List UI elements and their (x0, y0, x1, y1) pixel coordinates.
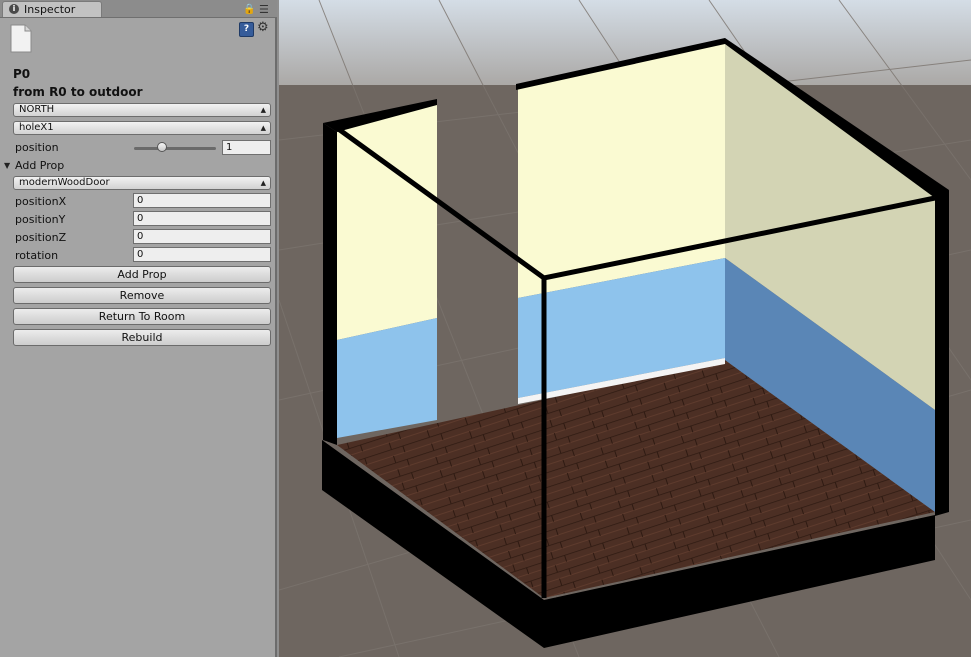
tab-label: Inspector (24, 3, 76, 16)
tab-inspector[interactable]: i Inspector (2, 1, 102, 17)
gear-icon[interactable]: ⚙ (257, 20, 269, 35)
field-label-rotation: rotation (15, 249, 59, 262)
select-arrow-icon: ▲ (260, 179, 266, 187)
field-label-positiony: positionY (15, 213, 66, 226)
object-name: P0 (13, 67, 31, 81)
field-label-positionz: positionZ (15, 231, 67, 244)
positiony-field[interactable]: 0 (133, 211, 271, 226)
triangle-down-icon[interactable]: ▼ (4, 161, 10, 170)
positionz-field[interactable]: 0 (133, 229, 271, 244)
position-label: position (15, 141, 59, 154)
prop-select-value: modernWoodDoor (19, 177, 110, 188)
subtitle: from R0 to outdoor (13, 85, 143, 99)
tab-bar: i Inspector 🔒 ☰ (0, 0, 277, 18)
scene-view[interactable] (279, 0, 971, 657)
direction-select[interactable]: NORTH ▲ (13, 103, 271, 117)
add-prop-foldout[interactable]: Add Prop (15, 159, 64, 172)
position-slider-track[interactable] (134, 147, 216, 150)
file-icon (10, 24, 32, 53)
add-prop-button[interactable]: Add Prop (13, 266, 271, 283)
info-icon: i (9, 4, 19, 14)
position-field[interactable]: 1 (222, 140, 271, 155)
select-arrow-icon: ▲ (260, 124, 266, 132)
direction-select-value: NORTH (19, 104, 55, 115)
left-wall-edge (323, 123, 337, 445)
remove-button[interactable]: Remove (13, 287, 271, 304)
hole-select-value: holeX1 (19, 122, 54, 133)
rebuild-button[interactable]: Rebuild (13, 329, 271, 346)
help-book-icon[interactable]: ? (239, 22, 254, 37)
select-arrow-icon: ▲ (260, 106, 266, 114)
lock-icon[interactable]: 🔒 (243, 4, 255, 15)
return-to-room-button[interactable]: Return To Room (13, 308, 271, 325)
menu-icon[interactable]: ☰ (259, 3, 269, 16)
rotation-field[interactable]: 0 (133, 247, 271, 262)
inspector-panel: i Inspector 🔒 ☰ ? ⚙ P0 from R0 to outdoo… (0, 0, 277, 657)
hole-select[interactable]: holeX1 ▲ (13, 121, 271, 135)
position-slider-thumb[interactable] (157, 142, 167, 152)
positionx-field[interactable]: 0 (133, 193, 271, 208)
right-wall-edge (935, 190, 949, 516)
prop-select[interactable]: modernWoodDoor ▲ (13, 176, 271, 190)
field-label-positionx: positionX (15, 195, 67, 208)
